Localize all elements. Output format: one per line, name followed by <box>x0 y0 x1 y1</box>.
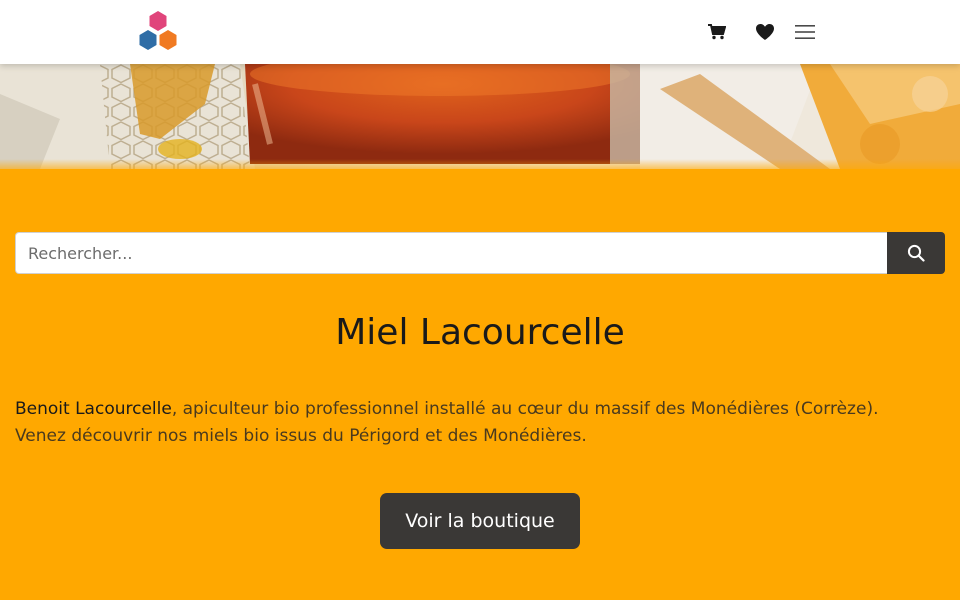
hamburger-menu-icon[interactable] <box>795 23 815 41</box>
site-header <box>0 0 960 64</box>
beekeeper-name: Benoit Lacourcelle <box>15 399 172 419</box>
search-input[interactable] <box>15 232 887 274</box>
shopping-cart-icon[interactable] <box>708 24 726 40</box>
intro-line-2: Venez découvrir nos miels bio issus du P… <box>15 426 587 446</box>
heart-icon[interactable] <box>755 23 775 41</box>
page-title: Miel Lacourcelle <box>335 312 625 353</box>
shop-button[interactable]: Voir la boutique <box>380 493 580 549</box>
intro-text: Benoit Lacourcelle, apiculteur bio profe… <box>15 396 945 450</box>
hero-image <box>0 64 960 169</box>
hexagon-cluster-logo[interactable] <box>136 10 182 54</box>
intro-line-1: , apiculteur bio professionnel installé … <box>171 399 879 419</box>
search-button[interactable] <box>887 232 945 274</box>
hero-fade <box>0 159 960 169</box>
search-icon <box>907 244 925 262</box>
search-bar <box>15 232 945 274</box>
